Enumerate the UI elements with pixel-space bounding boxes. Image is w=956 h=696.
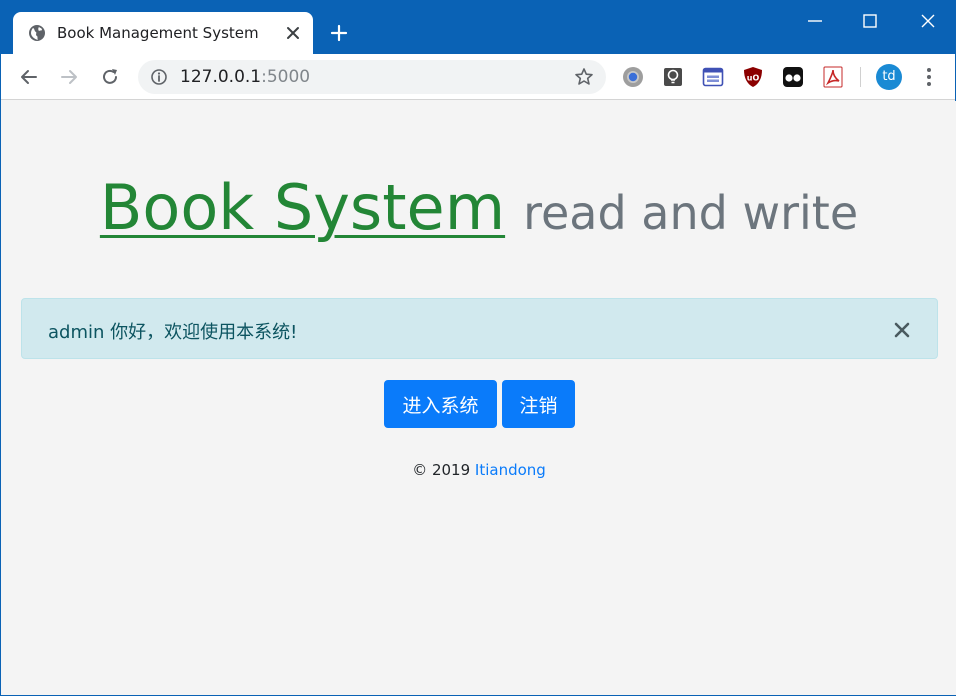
plus-icon[interactable] <box>329 23 349 43</box>
extension-bulb-icon[interactable] <box>662 66 684 88</box>
address-bar[interactable]: 127.0.0.1:5000 <box>138 60 606 94</box>
footer: © 2019 Itiandong <box>2 461 956 479</box>
arrow-right-icon[interactable] <box>58 66 80 88</box>
extension-eyes-icon[interactable] <box>782 66 804 88</box>
page-title: Book System read and write <box>2 171 956 244</box>
page-subtitle: read and write <box>523 186 859 240</box>
url-host: 127.0.0.1 <box>180 67 262 87</box>
footer-copyright: © 2019 <box>412 461 475 479</box>
welcome-alert: admin 你好，欢迎使用本系统! <box>21 298 938 359</box>
tab-active[interactable]: Book Management System <box>13 12 313 54</box>
tab-title: Book Management System <box>57 24 259 42</box>
brand-link[interactable]: Book System <box>100 171 505 244</box>
close-icon[interactable] <box>285 25 301 41</box>
extension-record-icon[interactable] <box>622 66 644 88</box>
close-window-icon[interactable] <box>916 9 940 33</box>
logout-button[interactable]: 注销 <box>502 380 575 428</box>
minimize-icon[interactable] <box>803 9 827 33</box>
maximize-icon[interactable] <box>858 9 882 33</box>
browser-window: Book Management System 127.0.0.1:5000 uO… <box>0 0 956 696</box>
reload-icon[interactable] <box>99 66 121 88</box>
url-port: :5000 <box>261 67 311 87</box>
url-text: 127.0.0.1:5000 <box>180 67 310 87</box>
arrow-left-icon[interactable] <box>18 66 40 88</box>
profile-avatar[interactable]: td <box>876 64 902 90</box>
globe-icon <box>29 25 45 41</box>
extension-window-icon[interactable] <box>702 66 724 88</box>
more-vert-icon[interactable] <box>919 66 939 88</box>
author-link[interactable]: Itiandong <box>475 461 546 479</box>
enter-system-button[interactable]: 进入系统 <box>384 380 497 428</box>
browser-toolbar: 127.0.0.1:5000 uO td <box>1 54 955 100</box>
tab-strip: Book Management System <box>1 1 955 54</box>
ublock-icon[interactable]: uO <box>742 66 764 88</box>
alert-message: admin 你好，欢迎使用本系统! <box>48 322 298 343</box>
close-icon[interactable] <box>893 321 911 339</box>
pdf-icon[interactable] <box>822 66 844 88</box>
toolbar-separator <box>860 67 861 87</box>
page-content: Book System read and write admin 你好，欢迎使用本… <box>2 101 956 695</box>
star-icon[interactable] <box>574 67 594 87</box>
svg-text:uO: uO <box>747 74 760 83</box>
info-icon[interactable] <box>150 68 168 86</box>
